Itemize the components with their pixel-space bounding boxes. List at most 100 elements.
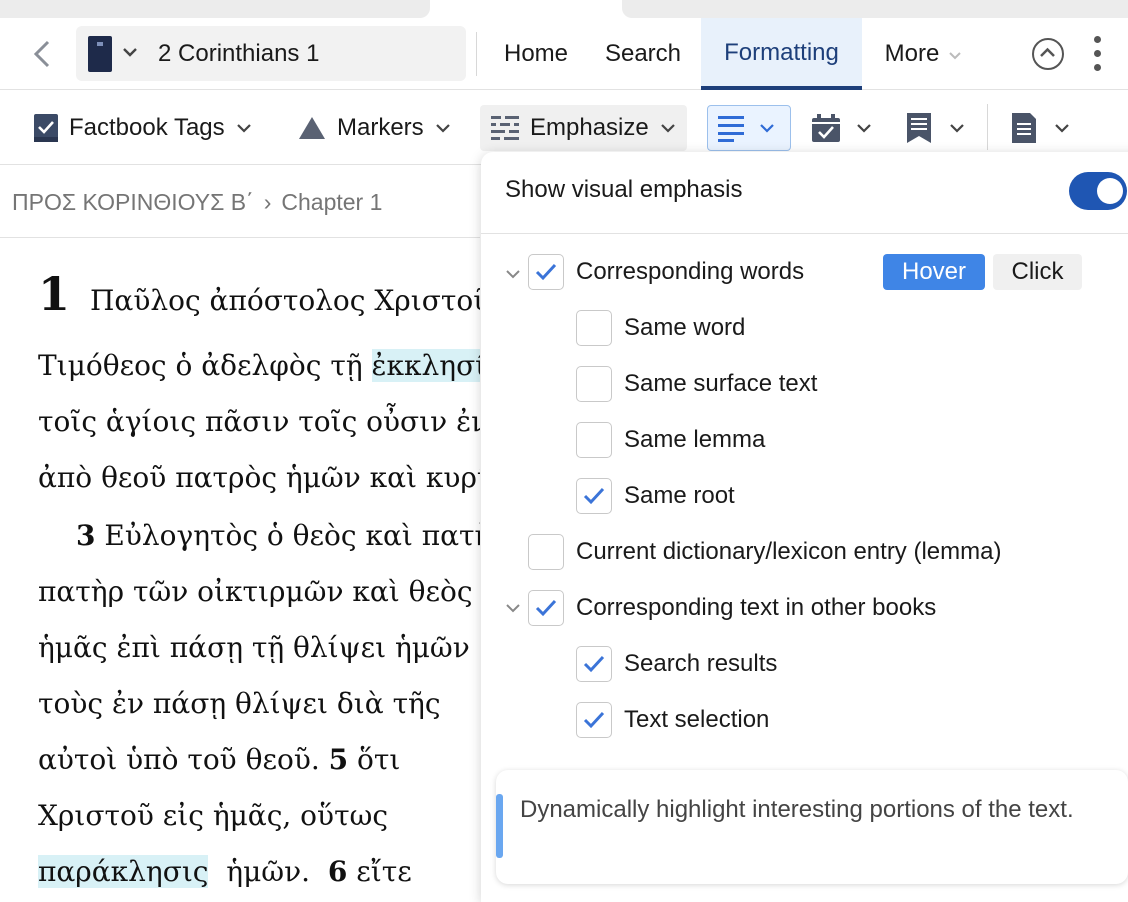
book-title: 2 Corinthians 1: [158, 40, 320, 67]
verse-text[interactable]: ὅτι: [357, 743, 400, 776]
verse-text[interactable]: ἡμῶν.: [226, 855, 310, 888]
checkbox-unchecked[interactable]: [576, 366, 612, 402]
verse-number: 5: [328, 743, 349, 776]
option-text-selection[interactable]: Text selection: [576, 698, 769, 742]
verse-text[interactable]: τοῖς ἁγίοις πᾶσιν τοῖς οὖσιν ἐν: [38, 405, 480, 438]
help-tip: Dynamically highlight interesting portio…: [496, 770, 1128, 884]
chevron-down-icon: [857, 124, 871, 133]
chevron-down-icon: [236, 124, 251, 133]
option-current-dictionary-entry[interactable]: Current dictionary/lexicon entry (lemma): [528, 530, 1001, 574]
text-line: ἀπὸ θεοῦ πατρὸς ἡμῶν καὶ κυρίου: [38, 450, 480, 506]
chevron-down-icon[interactable]: [503, 598, 523, 618]
emphasize-label: Emphasize: [530, 114, 649, 141]
browser-tab-strip: [0, 0, 1128, 18]
bible-text-reader[interactable]: 1 Παῦλος ἀπόστολος Χριστοῦ Τιμόθεος ὁ ἀδε…: [38, 246, 480, 902]
option-corresponding-words[interactable]: Corresponding words: [528, 250, 804, 294]
verse-text[interactable]: ἀπὸ θεοῦ πατρὸς ἡμῶν καὶ κυρίου: [38, 461, 480, 494]
bookmark-list-button[interactable]: [906, 105, 966, 151]
chevron-down-icon: [660, 124, 675, 133]
chevron-down-icon: [435, 124, 450, 133]
checkbox-unchecked[interactable]: [576, 310, 612, 346]
check-icon: [583, 487, 605, 505]
breadcrumb-book[interactable]: ΠΡΟΣ ΚΟΡΙΝΘΙΟΥΣ Β΄: [12, 189, 254, 215]
verse-number: 3: [76, 519, 96, 552]
emphasize-button[interactable]: Emphasize: [480, 105, 687, 151]
breadcrumb: ΠΡΟΣ ΚΟΡΙΝΘΙΟΥΣ Β΄ › Chapter 1: [0, 166, 480, 238]
nav-search[interactable]: Search: [592, 18, 694, 90]
option-corresponding-text[interactable]: Corresponding text in other books: [528, 586, 936, 630]
tip-text: Dynamically highlight interesting portio…: [520, 796, 1074, 823]
verse-text[interactable]: Τιμόθεος ὁ ἀδελφὸς τῇ: [38, 349, 363, 382]
verse-text[interactable]: Χριστοῦ εἰς ἡμᾶς, οὕτως: [38, 799, 388, 832]
chevron-left-icon: [33, 40, 50, 68]
chevron-down-icon: [950, 124, 964, 133]
option-label: Same surface text: [624, 370, 818, 397]
option-label: Same word: [624, 314, 746, 341]
verse-text[interactable]: ἡμᾶς ἐπὶ πάσῃ τῇ θλίψει ἡμῶν: [38, 631, 470, 664]
factbook-tags-button[interactable]: Factbook Tags: [33, 105, 253, 151]
text-format-button[interactable]: [707, 105, 791, 151]
more-options-icon[interactable]: [1090, 36, 1104, 72]
option-same-root[interactable]: Same root: [576, 474, 735, 518]
text-line: Τιμόθεος ὁ ἀδελφὸς τῇ ἐκκλησίᾳ: [38, 338, 480, 394]
click-segment-button[interactable]: Click: [993, 254, 1082, 290]
checkbox-unchecked[interactable]: [576, 422, 612, 458]
checkbox-checked[interactable]: [528, 254, 564, 290]
text-line: πατὴρ τῶν οἰκτιρμῶν καὶ θεὸς: [38, 564, 473, 620]
scroll-up-button[interactable]: [1032, 38, 1064, 70]
book-selector[interactable]: 2 Corinthians 1: [76, 26, 466, 81]
option-search-results[interactable]: Search results: [576, 642, 777, 686]
highlighted-word[interactable]: ἐκκλησίᾳ: [371, 349, 480, 382]
checkbox-checked[interactable]: [576, 646, 612, 682]
document-button[interactable]: [1011, 105, 1071, 151]
breadcrumb-chapter[interactable]: Chapter 1: [281, 189, 382, 215]
text-line: τοὺς ἐν πάσῃ θλίψει διὰ τῆς: [38, 676, 441, 732]
verse-text[interactable]: εἴτε: [356, 855, 411, 888]
verse-text[interactable]: πατὴρ τῶν οἰκτιρμῶν καὶ θεὸς: [38, 575, 473, 608]
book-cover-icon: [88, 36, 112, 72]
text-line: αὐτοὶ ὑπὸ τοῦ θεοῦ. 5 ὅτι: [38, 732, 400, 788]
verse-text[interactable]: τοὺς ἐν πάσῃ θλίψει διὰ τῆς: [38, 687, 441, 720]
popover-header: Show visual emphasis: [481, 152, 1128, 234]
bookmark-list-icon: [907, 113, 931, 143]
checkbox-checked[interactable]: [576, 702, 612, 738]
option-same-lemma[interactable]: Same lemma: [576, 418, 765, 462]
breadcrumb-separator: ›: [263, 189, 272, 215]
option-label: Corresponding words: [576, 258, 805, 285]
verse-text[interactable]: αὐτοὶ ὑπὸ τοῦ θεοῦ.: [38, 743, 320, 776]
browser-tab[interactable]: [0, 0, 430, 18]
nav-formatting[interactable]: Formatting: [701, 18, 862, 90]
markers-button[interactable]: Markers: [297, 105, 452, 151]
text-lines-icon: [718, 116, 744, 142]
checkbox-checked[interactable]: [576, 478, 612, 514]
chapter-number: 1: [38, 267, 71, 321]
verse-text[interactable]: Εὐλογητὸς ὁ θεὸς καὶ πατὴρ: [104, 519, 480, 552]
text-line: 3 Εὐλογητὸς ὁ θεὸς καὶ πατὴρ: [38, 508, 480, 564]
option-label: Text selection: [624, 706, 770, 733]
markers-label: Markers: [337, 114, 424, 141]
verse-text[interactable]: Παῦλος ἀπόστολος Χριστοῦ: [90, 284, 480, 317]
text-line: παράκλησις ἡμῶν. 6 εἴτε: [38, 844, 412, 900]
chevron-up-icon: [1040, 47, 1055, 57]
browser-tab[interactable]: [622, 0, 1128, 18]
text-line: 1 Παῦλος ἀπόστολος Χριστοῦ: [38, 266, 480, 322]
option-label: Corresponding text in other books: [576, 594, 937, 621]
hover-segment-button[interactable]: Hover: [883, 254, 985, 290]
text-line: Χριστοῦ εἰς ἡμᾶς, οὕτως: [38, 788, 388, 844]
check-icon: [583, 655, 605, 673]
reading-plan-button[interactable]: [811, 105, 873, 151]
chevron-down-icon[interactable]: [503, 264, 523, 284]
option-label: Search results: [624, 650, 778, 677]
nav-more-label: More: [884, 40, 940, 67]
option-same-word[interactable]: Same word: [576, 306, 745, 350]
check-icon: [583, 711, 605, 729]
highlighted-word[interactable]: παράκλησις: [38, 855, 209, 888]
checkbox-checked[interactable]: [528, 590, 564, 626]
nav-home[interactable]: Home: [490, 18, 582, 90]
back-button[interactable]: [26, 34, 58, 74]
option-same-surface-text[interactable]: Same surface text: [576, 362, 817, 406]
nav-more[interactable]: More: [870, 18, 978, 90]
show-visual-emphasis-toggle[interactable]: [1069, 172, 1127, 210]
text-line: τοῖς ἁγίοις πᾶσιν τοῖς οὖσιν ἐν: [38, 394, 480, 450]
checkbox-unchecked[interactable]: [528, 534, 564, 570]
